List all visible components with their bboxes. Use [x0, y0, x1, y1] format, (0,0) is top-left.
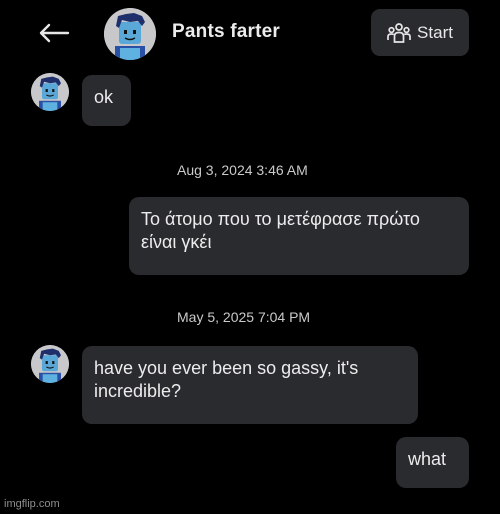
- roblox-avatar-icon: [31, 73, 69, 111]
- incoming-message-bubble[interactable]: ok: [82, 75, 131, 126]
- start-label: Start: [417, 22, 453, 42]
- roblox-avatar-icon: [104, 8, 156, 60]
- back-button[interactable]: [34, 16, 74, 50]
- start-button[interactable]: Start: [371, 9, 469, 56]
- watermark: imgflip.com: [4, 498, 60, 510]
- message-text: Το άτομο που το μετέφρασε πρώτο είναι γκ…: [141, 209, 420, 252]
- message-text: ok: [94, 87, 114, 107]
- contact-avatar[interactable]: [104, 8, 156, 60]
- outgoing-message-bubble[interactable]: Το άτομο που το μετέφρασε πρώτο είναι γκ…: [129, 197, 469, 275]
- message-timestamp: Aug 3, 2024 3:46 AM: [177, 162, 308, 178]
- contact-name[interactable]: Pants farter: [172, 21, 280, 43]
- sender-avatar[interactable]: [31, 73, 69, 111]
- incoming-message-bubble[interactable]: have you ever been so gassy, it's incred…: [82, 346, 418, 424]
- sender-avatar[interactable]: [31, 345, 69, 383]
- roblox-avatar-icon: [31, 345, 69, 383]
- message-timestamp: May 5, 2025 7:04 PM: [177, 309, 311, 325]
- outgoing-message-bubble[interactable]: what: [396, 437, 469, 488]
- chat-screen: Pants farter Start ok Aug 3, 2024 3:46 A…: [0, 0, 500, 514]
- message-text: have you ever been so gassy, it's incred…: [94, 358, 359, 401]
- group-icon: [387, 22, 411, 43]
- message-text: what: [408, 449, 447, 469]
- back-arrow-icon: [39, 23, 70, 43]
